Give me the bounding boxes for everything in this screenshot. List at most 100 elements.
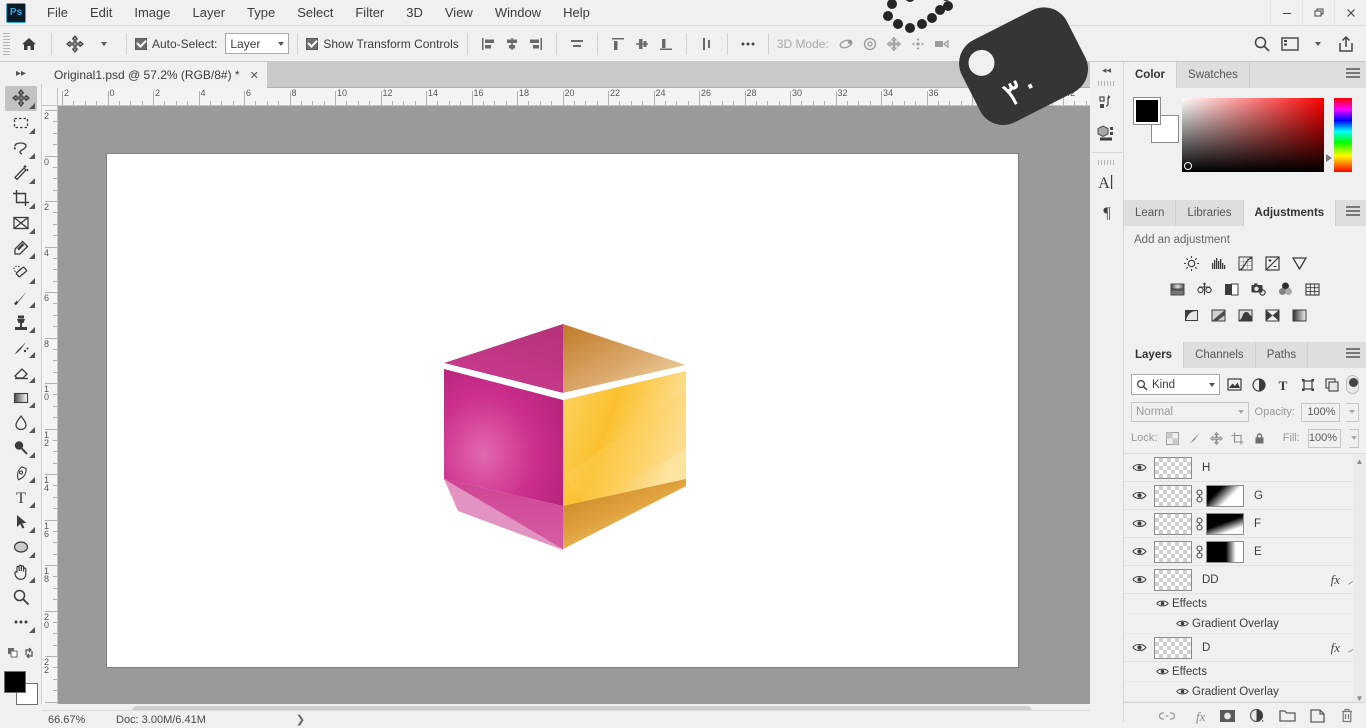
posterize-icon[interactable]	[1209, 306, 1228, 325]
eye-icon[interactable]	[1172, 619, 1192, 628]
options-bar-grip[interactable]	[3, 32, 10, 55]
align-horizontal-centers-icon[interactable]	[500, 31, 524, 57]
eye-icon[interactable]	[1128, 546, 1150, 557]
dock-grip[interactable]	[1097, 160, 1116, 165]
hue-marker[interactable]	[1326, 154, 1332, 162]
hand-tool[interactable]	[5, 560, 37, 585]
link-mask-icon[interactable]	[1192, 488, 1206, 503]
blend-mode-dropdown[interactable]: Normal	[1131, 402, 1249, 422]
color-lookup-icon[interactable]	[1303, 280, 1322, 299]
invert-icon[interactable]	[1182, 306, 1201, 325]
fill-stepper-icon[interactable]	[1349, 428, 1360, 448]
tab-adjustments[interactable]: Adjustments	[1243, 200, 1337, 226]
layer-thumbnail[interactable]	[1154, 568, 1192, 591]
hue-saturation-icon[interactable]	[1168, 280, 1187, 299]
gradient-tool[interactable]	[5, 385, 37, 410]
eraser-tool[interactable]	[5, 360, 37, 385]
3d-slide-icon[interactable]	[907, 31, 931, 57]
layer-name[interactable]: G	[1254, 490, 1263, 502]
tab-channels[interactable]: Channels	[1184, 342, 1256, 368]
eye-icon[interactable]	[1128, 574, 1150, 585]
canvas-area[interactable]	[58, 106, 1108, 704]
eye-icon[interactable]	[1152, 599, 1172, 608]
crop-tool[interactable]	[5, 186, 37, 211]
menu-type[interactable]: Type	[236, 2, 286, 23]
lasso-tool[interactable]	[5, 136, 37, 161]
link-layers-icon[interactable]	[1158, 707, 1176, 725]
default-colors-and-swap-icons[interactable]	[5, 640, 37, 665]
type-filter-icon[interactable]: T	[1274, 375, 1293, 395]
tab-swatches[interactable]: Swatches	[1177, 62, 1250, 88]
layer-mask-thumbnail[interactable]	[1206, 512, 1244, 535]
document-tab[interactable]: Original1.psd @ 57.2% (RGB/8#) * ✕	[42, 62, 267, 88]
delete-layer-icon[interactable]	[1338, 707, 1356, 725]
pixel-filter-icon[interactable]	[1225, 375, 1244, 395]
layer-filter-kind-dropdown[interactable]: Kind	[1131, 374, 1221, 395]
opacity-stepper-icon[interactable]	[1345, 402, 1359, 422]
3d-pan-icon[interactable]	[883, 31, 907, 57]
table-row[interactable]: G	[1124, 482, 1366, 510]
menu-window[interactable]: Window	[484, 2, 552, 23]
foreground-color-swatch[interactable]	[3, 671, 26, 694]
adjustment-filter-icon[interactable]	[1249, 375, 1268, 395]
list-item[interactable]: Gradient Overlay	[1124, 614, 1366, 634]
more-options-icon[interactable]	[736, 31, 760, 57]
home-icon[interactable]	[15, 31, 43, 57]
color-swatch-pair[interactable]	[1133, 97, 1179, 143]
table-row[interactable]: E	[1124, 538, 1366, 566]
table-row[interactable]: D fx ︿	[1124, 634, 1366, 662]
threshold-icon[interactable]	[1236, 306, 1255, 325]
eye-icon[interactable]	[1172, 687, 1192, 696]
3d-orbit-icon[interactable]	[835, 31, 859, 57]
layer-thumbnail[interactable]	[1154, 512, 1192, 535]
zoom-tool[interactable]	[5, 585, 37, 610]
layer-name[interactable]: D	[1202, 642, 1210, 654]
rectangular-marquee-tool[interactable]	[5, 111, 37, 136]
hue-strip[interactable]	[1326, 98, 1352, 172]
foreground-color-swatch[interactable]	[1133, 97, 1161, 125]
paragraph-icon[interactable]: ¶	[1092, 197, 1122, 227]
dock-grip[interactable]	[1097, 81, 1116, 86]
list-item[interactable]: Effects	[1124, 594, 1366, 614]
brush-tool[interactable]	[5, 286, 37, 311]
list-item[interactable]: Effects	[1124, 662, 1366, 682]
tool-preset-chevron-icon[interactable]	[90, 31, 118, 57]
menu-view[interactable]: View	[434, 2, 484, 23]
layer-thumbnail[interactable]	[1154, 484, 1192, 507]
eye-icon[interactable]	[1128, 462, 1150, 473]
lock-transparent-icon[interactable]	[1165, 428, 1179, 448]
color-balance-icon[interactable]	[1195, 280, 1214, 299]
levels-icon[interactable]	[1209, 254, 1228, 273]
align-bottom-edges-icon[interactable]	[654, 31, 678, 57]
fill-value[interactable]: 100%	[1307, 428, 1341, 448]
edit-toolbar-tool[interactable]	[5, 610, 37, 635]
link-mask-icon[interactable]	[1192, 544, 1206, 559]
gradient-map-icon[interactable]	[1290, 306, 1309, 325]
tool-panel-collapse-button[interactable]: ▸▸	[0, 62, 42, 84]
layer-fx-icon[interactable]: fx	[1331, 572, 1340, 588]
color-field[interactable]	[1182, 98, 1324, 172]
align-vertical-centers-icon[interactable]	[630, 31, 654, 57]
spot-healing-brush-tool[interactable]	[5, 261, 37, 286]
restore-button[interactable]	[1302, 0, 1334, 25]
auto-select-checkbox[interactable]: Auto-Select:	[135, 37, 217, 51]
lock-artboard-icon[interactable]	[1231, 428, 1245, 448]
frame-tool[interactable]	[5, 211, 37, 236]
3d-roll-icon[interactable]	[859, 31, 883, 57]
dodge-tool[interactable]	[5, 435, 37, 460]
new-group-icon[interactable]	[1278, 707, 1296, 725]
clone-stamp-tool[interactable]	[5, 310, 37, 335]
move-tool-icon[interactable]	[60, 31, 90, 57]
panel-menu-icon[interactable]	[1346, 68, 1360, 80]
vertical-ruler[interactable]: 20246810121416182022242628	[42, 106, 58, 704]
layer-list[interactable]: H G F E DD fx Effects Gradient Overlay D…	[1124, 454, 1366, 706]
close-icon[interactable]: ✕	[250, 69, 259, 82]
menu-3d[interactable]: 3D	[395, 2, 434, 23]
3d-icon[interactable]	[1092, 118, 1122, 148]
photo-filter-icon[interactable]	[1249, 280, 1268, 299]
exposure-icon[interactable]	[1263, 254, 1282, 273]
horizontal-ruler[interactable]: 2 0 2 4 6 8 10 12 14 16 18 20 22 24 26 28 30 32 34 36 38 40 42…	[58, 88, 1108, 106]
blur-tool[interactable]	[5, 410, 37, 435]
shape-filter-icon[interactable]	[1298, 375, 1317, 395]
move-tool[interactable]	[4, 86, 37, 111]
